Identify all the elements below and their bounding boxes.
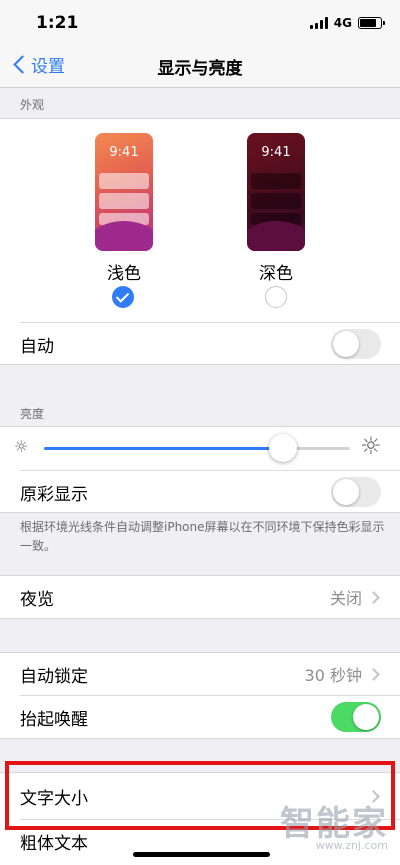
chevron-right-icon [367,667,380,681]
sun-small-icon: ☼ [14,437,29,456]
light-mode-preview[interactable]: 9:41 [95,133,153,251]
sun-large-icon: ☼ [360,432,382,460]
chevron-right-icon [367,590,380,604]
status-time: 1:21 [36,13,79,33]
raise-to-wake-label: 抬起唤醒 [20,709,88,730]
page-title: 显示与亮度 [157,59,243,79]
navigation-bar: 设置 显示与亮度 [0,46,400,88]
status-indicators: 4G [309,16,385,30]
brightness-slider[interactable] [44,434,350,462]
lock-group: 自动锁定 30 秒钟 抬起唤醒 [0,652,400,739]
auto-lock-value: 30 秒钟 [304,666,362,685]
auto-appearance-label: 自动 [20,336,54,357]
dark-mode-label: 深色 [259,264,293,284]
watermark: 智能家 www.znj.com [280,796,388,852]
auto-appearance-row: 自动 [0,323,400,365]
light-mode-radio[interactable] [112,286,134,308]
brightness-slider-thumb[interactable] [268,434,297,462]
auto-lock-row[interactable]: 自动锁定 30 秒钟 [0,653,400,695]
appearance-group: 9:41 9:41 浅色 深色 自动 [0,118,400,365]
night-shift-value: 关闭 [329,589,362,608]
night-shift-label: 夜览 [20,589,54,610]
night-shift-group: 夜览 关闭 [0,575,400,619]
signal-icon [309,17,328,29]
true-tone-row: 原彩显示 [0,471,400,513]
dark-phone-time: 9:41 [261,145,291,160]
raise-to-wake-row: 抬起唤醒 [0,696,400,738]
true-tone-label: 原彩显示 [20,484,88,505]
dark-mode-preview[interactable]: 9:41 [247,133,305,251]
raise-to-wake-toggle[interactable] [331,702,381,732]
light-mode-label: 浅色 [107,264,141,284]
night-shift-row[interactable]: 夜览 关闭 [0,576,400,618]
light-phone-time: 9:41 [109,145,139,160]
dark-mode-radio[interactable] [265,286,287,308]
true-tone-footer: 根据环境光线条件自动调整iPhone屏幕以在不同环境下保持色彩显示一致。 [20,520,385,553]
bold-text-label: 粗体文本 [20,833,88,854]
status-bar: 1:21 4G [0,0,400,46]
true-tone-toggle[interactable] [331,477,381,507]
network-type: 4G [333,16,352,30]
auto-appearance-toggle[interactable] [331,329,381,359]
home-indicator [133,852,270,857]
watermark-main: 智能家 [280,804,388,844]
auto-lock-label: 自动锁定 [20,666,88,687]
brightness-header: 亮度 [20,407,45,421]
brightness-group: ☼ ☼ 原彩显示 [0,426,400,513]
battery-icon [358,17,385,29]
appearance-header: 外观 [20,98,45,112]
